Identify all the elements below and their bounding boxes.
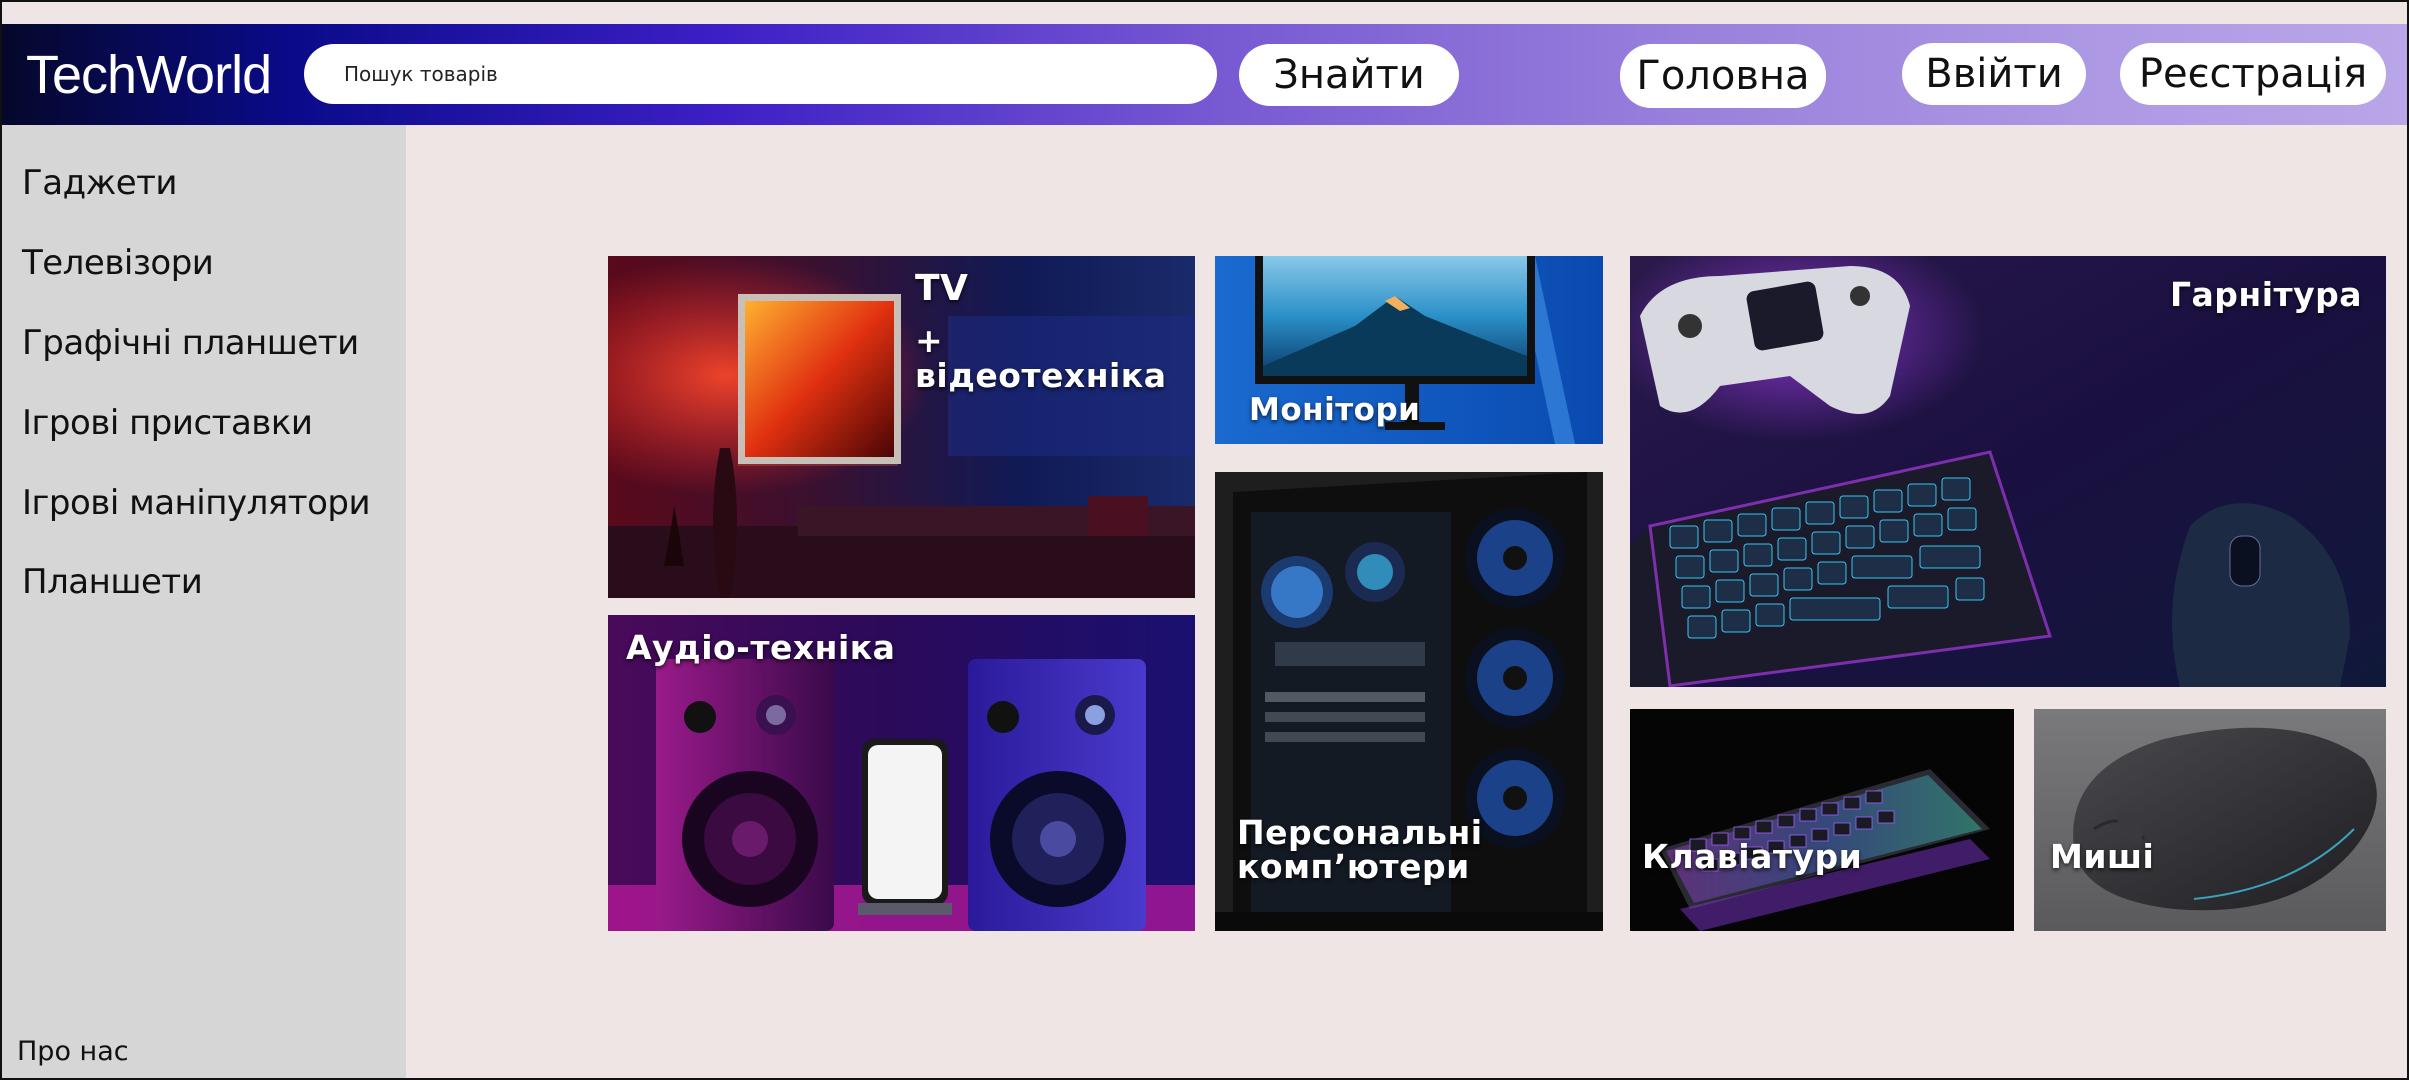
tv-room-image [608,256,1195,598]
tile-audio-title: Аудіо-техніка [626,628,896,667]
tile-tv-subtitle: + відеотехніка [915,321,1167,395]
category-tile-mice[interactable]: Миші [2034,709,2386,931]
site-logo[interactable]: TechWorld [26,45,272,105]
tile-keyboards-title: Клавіатури [1642,837,1863,876]
tile-headset-title: Гарнітура [2170,275,2363,314]
login-button[interactable]: Ввійти [1902,43,2086,105]
category-tile-monitors[interactable]: Монітори [1215,256,1603,444]
search-button[interactable]: Знайти [1239,44,1459,106]
mouse-image [2034,709,2386,931]
tile-tv-title: TV [915,268,969,309]
sidebar-item-tvs[interactable]: Телевізори [22,243,214,283]
gaming-setup-image [1630,256,2386,687]
category-tile-pc[interactable]: Персональні комп’ютери [1215,472,1603,931]
category-tile-tv[interactable]: TV + відеотехніка [608,256,1195,598]
keyboard-image [1630,709,2014,931]
tile-monitors-title: Монітори [1249,392,1421,428]
sidebar-item-tablets[interactable]: Планшети [22,562,203,602]
search-input[interactable] [304,44,1217,104]
about-link[interactable]: Про нас [17,1036,129,1067]
tile-mice-title: Миші [2050,837,2155,876]
category-tile-audio[interactable]: Аудіо-техніка [608,615,1195,931]
sidebar-item-game-consoles[interactable]: Ігрові приставки [22,403,313,443]
register-button[interactable]: Реєстрація [2120,43,2386,105]
tile-pc-title-line1: Персональні [1237,813,1483,852]
category-sidebar: Гаджети Телевізори Графічні планшети Ігр… [2,125,406,1078]
home-button[interactable]: Головна [1620,44,1826,108]
tile-pc-title-line2: комп’ютери [1237,847,1470,886]
sidebar-item-graphic-tablets[interactable]: Графічні планшети [22,323,359,363]
header-bar: TechWorld Знайти Головна Ввійти Реєстрац… [2,24,2407,125]
category-tile-keyboards[interactable]: Клавіатури [1630,709,2014,931]
sidebar-item-gadgets[interactable]: Гаджети [22,163,178,203]
category-tile-headset[interactable]: Гарнітура [1630,256,2386,687]
sidebar-item-game-controllers[interactable]: Ігрові маніпулятори [22,483,371,523]
